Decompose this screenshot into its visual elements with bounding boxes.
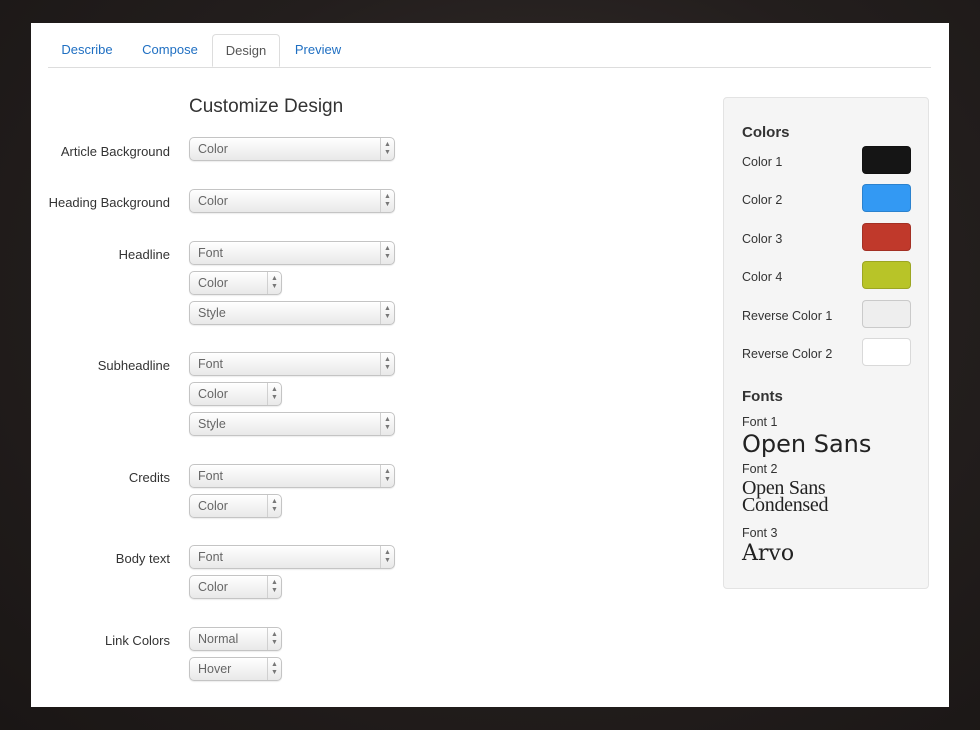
font-2-sample: Open Sans Condensed (742, 477, 829, 516)
body-text-font-select[interactable]: Font ▲ ▼ (189, 545, 395, 569)
article-background-label: Article Background (60, 144, 170, 159)
credits-label: Credits (128, 470, 170, 485)
palette-sidebar: Colors Color 1 Color 2 Color 3 Color 4 R… (723, 97, 929, 589)
reverse-color-2-label: Reverse Color 2 (742, 347, 833, 361)
select-arrows-icon: ▲ ▼ (380, 546, 394, 568)
select-value: Font (198, 357, 224, 371)
tab-design[interactable]: Design (212, 34, 280, 67)
subheadline-font-select[interactable]: Font ▲ ▼ (189, 352, 395, 376)
font-2-label: Font 2 (742, 462, 778, 476)
headline-label: Headline (118, 247, 170, 262)
heading-background-color-select[interactable]: Color ▲ ▼ (189, 189, 395, 213)
select-arrows-icon: ▲ ▼ (380, 353, 394, 375)
select-value: Style (198, 306, 226, 320)
font-1-sample: Open Sans (742, 430, 872, 458)
select-arrows-icon: ▲ ▼ (267, 383, 281, 405)
article-background-color-select[interactable]: Color ▲ ▼ (189, 137, 395, 161)
color-4-swatch[interactable] (862, 261, 911, 289)
select-arrows-icon: ▲ ▼ (380, 190, 394, 212)
color-3-label: Color 3 (742, 232, 783, 246)
font-3-sample: Arvo (742, 541, 795, 566)
select-value: Style (198, 417, 226, 431)
select-arrows-icon: ▲ ▼ (380, 242, 394, 264)
headline-font-select[interactable]: Font ▲ ▼ (189, 241, 395, 265)
select-value: Color (198, 387, 228, 401)
credits-color-select[interactable]: Color ▲ ▼ (189, 494, 282, 518)
select-value: Color (198, 580, 228, 594)
color-1-swatch[interactable] (862, 146, 911, 174)
color-1-label: Color 1 (742, 155, 783, 169)
color-2-swatch[interactable] (862, 184, 911, 212)
select-arrows-icon: ▲ ▼ (380, 413, 394, 435)
select-value: Color (198, 499, 228, 513)
subheadline-color-select[interactable]: Color ▲ ▼ (189, 382, 282, 406)
color-2-label: Color 2 (742, 193, 783, 207)
colors-heading: Colors (742, 124, 790, 141)
tab-compose[interactable]: Compose (131, 34, 209, 67)
subheadline-style-select[interactable]: Style ▲ ▼ (189, 412, 395, 436)
link-colors-label: Link Colors (104, 633, 170, 648)
select-value: Normal (198, 632, 239, 646)
body-text-label: Body text (115, 551, 170, 566)
tab-bar: Describe Compose Design Preview (48, 34, 931, 68)
reverse-color-2-swatch[interactable] (862, 338, 911, 366)
link-normal-color-select[interactable]: Normal ▲ ▼ (189, 627, 282, 651)
select-arrows-icon: ▲ ▼ (380, 302, 394, 324)
headline-color-select[interactable]: Color ▲ ▼ (189, 271, 282, 295)
credits-font-select[interactable]: Font ▲ ▼ (189, 464, 395, 488)
select-value: Hover (198, 662, 232, 676)
select-arrows-icon: ▲ ▼ (267, 628, 281, 650)
select-value: Color (198, 194, 228, 208)
reverse-color-1-label: Reverse Color 1 (742, 309, 833, 323)
font-1-label: Font 1 (742, 415, 778, 429)
select-arrows-icon: ▲ ▼ (380, 138, 394, 160)
fonts-heading: Fonts (742, 388, 783, 405)
design-panel: Describe Compose Design Preview Customiz… (31, 23, 949, 707)
color-3-swatch[interactable] (862, 223, 911, 251)
select-value: Color (198, 276, 228, 290)
reverse-color-1-swatch[interactable] (862, 300, 911, 328)
select-arrows-icon: ▲ ▼ (267, 495, 281, 517)
subheadline-label: Subheadline (97, 358, 170, 373)
headline-style-select[interactable]: Style ▲ ▼ (189, 301, 395, 325)
tab-preview[interactable]: Preview (284, 34, 352, 67)
select-value: Color (198, 142, 228, 156)
select-arrows-icon: ▲ ▼ (380, 465, 394, 487)
font-3-label: Font 3 (742, 526, 778, 540)
color-4-label: Color 4 (742, 270, 783, 284)
select-value: Font (198, 246, 224, 260)
select-arrows-icon: ▲ ▼ (267, 576, 281, 598)
select-arrows-icon: ▲ ▼ (267, 272, 281, 294)
page-title: Customize Design (189, 96, 344, 117)
tab-describe[interactable]: Describe (48, 34, 126, 67)
heading-background-label: Heading Background (48, 195, 170, 210)
select-value: Font (198, 550, 224, 564)
select-arrows-icon: ▲ ▼ (267, 658, 281, 680)
link-hover-color-select[interactable]: Hover ▲ ▼ (189, 657, 282, 681)
select-value: Font (198, 469, 224, 483)
body-text-color-select[interactable]: Color ▲ ▼ (189, 575, 282, 599)
